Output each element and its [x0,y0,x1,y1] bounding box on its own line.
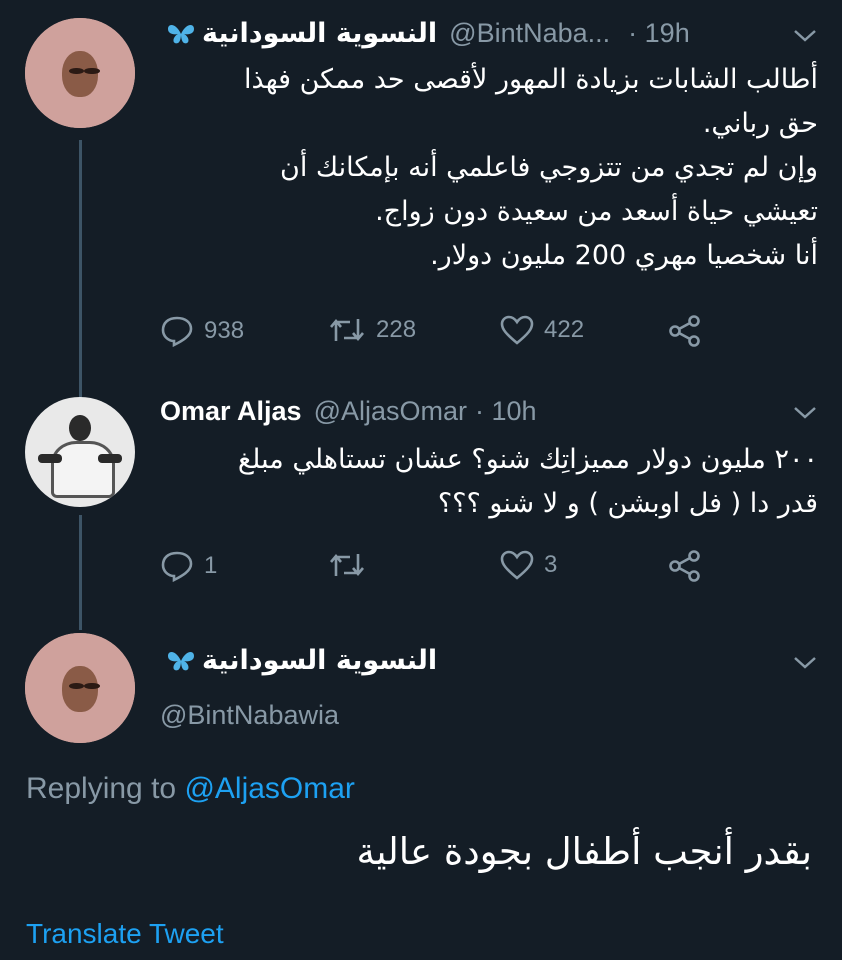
tweet-line: حق رباني. [702,108,818,139]
avatar[interactable] [25,397,135,507]
translate-tweet-link[interactable]: Translate Tweet [26,918,224,950]
reply-button[interactable]: 1 [160,550,217,582]
retweet-count: 228 [376,316,417,343]
chevron-down-icon[interactable] [792,405,818,421]
thread-line-1 [79,140,82,398]
timestamp[interactable]: · 10h [475,396,537,427]
share-button[interactable] [668,550,712,582]
chevron-down-icon[interactable] [792,28,818,44]
tweet-text: ٢٠٠ مليون دولار مميزاتِك شنو؟ عشان تستاه… [138,438,818,526]
tweet-text: أطالب الشابات بزيادة المهور لأقصى حد ممك… [138,58,818,278]
tweet-line: قدر دا ( فل اوبشن ) و لا شنو ؟؟؟ [437,488,818,519]
tweet-line: ٢٠٠ مليون دولار مميزاتِك شنو؟ عشان تستاه… [237,444,818,475]
display-name[interactable]: النسوية السودانية [202,645,437,676]
timestamp[interactable]: · 19h [628,18,690,49]
share-button[interactable] [668,315,712,347]
reply-icon [161,551,193,582]
tweet-header: النسوية السودانية @BintNaba... · 19h [160,18,690,49]
like-button[interactable]: 422 [500,315,584,345]
main-tweet-text: بقدر أنجب أطفال بجودة عالية [356,830,812,873]
retweet-button[interactable]: 228 [328,315,416,345]
like-button[interactable]: 3 [500,550,557,580]
reply-count: 938 [204,317,245,344]
reply-icon [161,316,193,347]
share-icon [669,315,700,347]
tweet-line: تعيشي حياة أسعد من سعيدة دون زواج. [375,196,818,227]
tweet-line: أطالب الشابات بزيادة المهور لأقصى حد ممك… [244,64,818,95]
avatar[interactable] [25,18,135,128]
like-icon [500,315,534,345]
tweet-line: أنا شخصيا مهري 200 مليون دولار. [430,240,818,271]
display-name[interactable]: Omar Aljas [160,396,302,427]
like-count: 3 [544,551,558,578]
retweet-button[interactable] [328,550,376,580]
thread-line-2 [79,515,82,630]
tweet-header: النسوية السودانية [160,645,437,676]
handle[interactable]: @BintNaba... [449,18,610,49]
reply-button[interactable]: 938 [160,315,244,347]
like-icon [500,550,534,580]
tweet-header: Omar Aljas @AljasOmar · 10h [160,396,537,427]
tweet-line: وإن لم تجدي من تتزوجي فاعلمي أنه بإمكانك… [279,152,818,183]
retweet-icon [330,318,364,342]
replying-handle-link[interactable]: @AljasOmar [184,772,354,805]
replying-to: Replying to @AljasOmar [26,772,355,806]
handle-line: @BintNabawia [160,700,339,731]
retweet-icon [330,553,364,577]
butterfly-icon [166,648,196,674]
chevron-down-icon[interactable] [792,655,818,671]
like-count: 422 [544,316,585,343]
avatar[interactable] [25,633,135,743]
handle[interactable]: @AljasOmar [314,396,467,427]
reply-count: 1 [204,552,218,579]
handle[interactable]: @BintNabawia [160,700,339,731]
butterfly-icon [166,21,196,47]
replying-prefix: Replying to [26,772,177,805]
share-icon [669,550,700,582]
display-name[interactable]: النسوية السودانية [202,18,437,49]
